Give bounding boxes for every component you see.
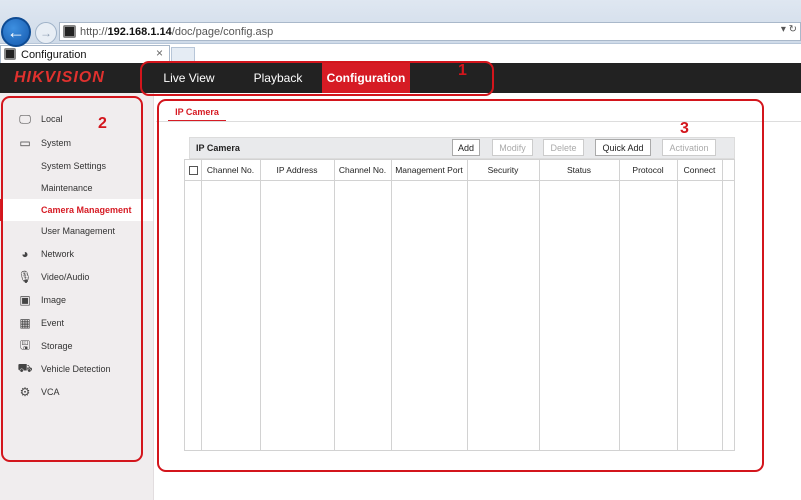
- tab-close-icon[interactable]: ×: [156, 46, 163, 60]
- annotation-box-1: [140, 61, 494, 96]
- back-button[interactable]: ←: [1, 17, 31, 47]
- arrow-right-icon: →: [40, 26, 52, 40]
- browser-tab[interactable]: Configuration: [0, 45, 170, 63]
- annotation-box-2: [1, 96, 143, 462]
- tab-favicon-icon: [4, 48, 16, 60]
- site-favicon-icon: [63, 25, 76, 38]
- address-refresh-dropdown[interactable]: ▾ ↻: [781, 24, 797, 35]
- address-bar[interactable]: http://192.168.1.14/doc/page/config.asp: [59, 22, 801, 41]
- hikvision-logo: HIKVISION: [14, 69, 105, 86]
- forward-button[interactable]: →: [35, 22, 57, 44]
- annotation-box-3: [157, 99, 764, 472]
- url-path: /doc/page/config.asp: [171, 25, 274, 38]
- url-host: 192.168.1.14: [107, 25, 172, 38]
- url-prefix: http://: [80, 25, 108, 38]
- arrow-left-icon: ←: [7, 21, 25, 42]
- tab-title: Configuration: [21, 48, 87, 61]
- annotation-number-1: 1: [458, 62, 467, 79]
- annotation-number-2: 2: [98, 115, 107, 132]
- annotation-number-3: 3: [680, 120, 689, 137]
